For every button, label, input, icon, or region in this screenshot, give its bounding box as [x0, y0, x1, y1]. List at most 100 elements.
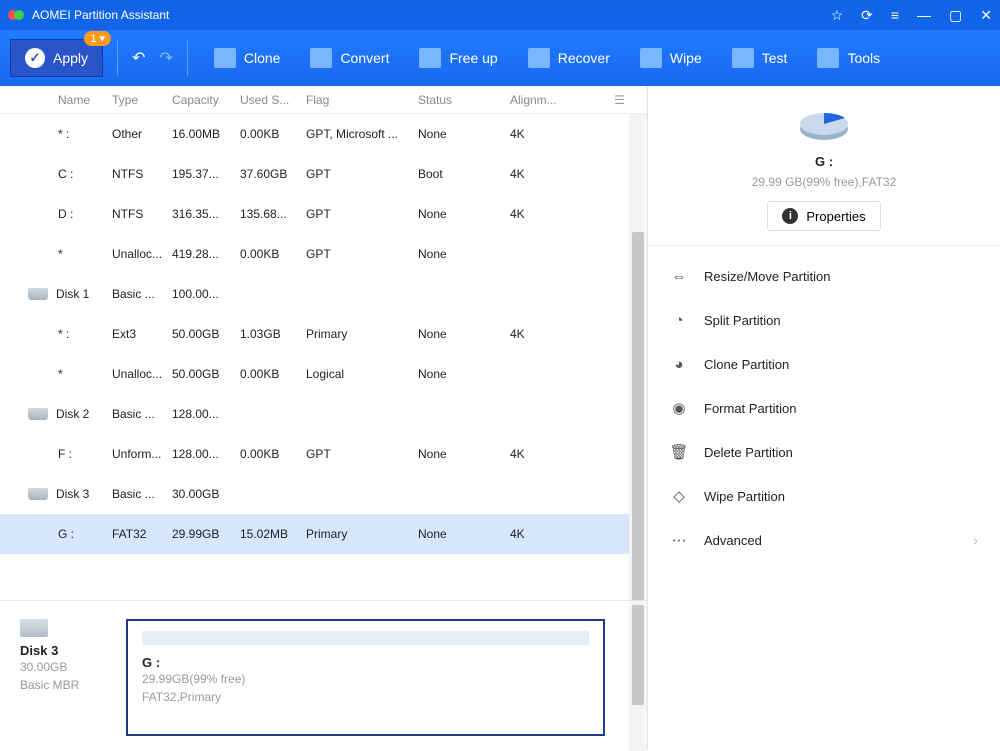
maximize-icon[interactable]: ▢	[949, 7, 962, 24]
row-name: F :	[58, 447, 72, 461]
op-split-partition[interactable]: ◔Split Partition	[648, 298, 1000, 342]
row-capacity: 50.00GB	[172, 327, 240, 341]
table-header: Name Type Capacity Used S... Flag Status…	[0, 86, 647, 114]
part-name: G :	[142, 655, 589, 670]
partition-row[interactable]: *Unalloc...50.00GB0.00KBLogicalNone	[0, 354, 647, 394]
scroll-thumb[interactable]	[632, 605, 644, 705]
wipe-button[interactable]: Wipe	[628, 42, 714, 74]
row-status: None	[418, 207, 510, 221]
pie-chart-icon	[795, 104, 853, 144]
disk-summary: Disk 3 30.00GB Basic MBR	[20, 619, 110, 736]
selected-name: G :	[815, 154, 833, 169]
disk-row[interactable]: Disk 2 Basic ...128.00...	[0, 394, 647, 434]
row-capacity: 195.37...	[172, 167, 240, 181]
col-status[interactable]: Status	[418, 93, 510, 107]
partition-row[interactable]: F :Unform...128.00...0.00KBGPTNone4K	[0, 434, 647, 474]
op-icon: ◔	[670, 311, 688, 329]
row-capacity: 29.99GB	[172, 527, 240, 541]
disk-icon	[28, 288, 48, 300]
row-status: None	[418, 127, 510, 141]
row-name: * :	[58, 327, 69, 341]
row-align: 4K	[510, 327, 572, 341]
row-status: None	[418, 367, 510, 381]
col-used[interactable]: Used S...	[240, 93, 306, 107]
op-label: Clone Partition	[704, 357, 789, 372]
col-type[interactable]: Type	[112, 93, 172, 107]
row-status: None	[418, 327, 510, 341]
row-type: NTFS	[112, 207, 172, 221]
disk-row[interactable]: Disk 3Basic ...30.00GB	[0, 474, 647, 514]
disk-icon	[20, 619, 48, 637]
properties-button[interactable]: i Properties	[767, 201, 880, 231]
convert-button[interactable]: Convert	[298, 42, 401, 74]
row-used: 1.03GB	[240, 327, 306, 341]
toolbar: ✓ Apply 1 ▾ ↶ ↷ Clone Convert Free up Re…	[0, 30, 1000, 86]
col-name[interactable]: Name	[0, 93, 112, 107]
row-type: Basic ...	[112, 407, 172, 421]
partition-row[interactable]: G :FAT3229.99GB15.02MBPrimaryNone4K	[0, 514, 647, 554]
col-align[interactable]: Alignm...	[510, 93, 572, 107]
clone-button[interactable]: Clone	[202, 42, 293, 74]
partition-row[interactable]: * :Other16.00MB0.00KBGPT, Microsoft ...N…	[0, 114, 647, 154]
separator	[187, 40, 188, 76]
row-capacity: 128.00...	[172, 407, 240, 421]
row-used: 0.00KB	[240, 447, 306, 461]
row-align: 4K	[510, 167, 572, 181]
row-flag: Primary	[306, 527, 418, 541]
partition-row[interactable]: C :NTFS195.37...37.60GBGPTBoot4K	[0, 154, 647, 194]
minimize-icon[interactable]: —	[917, 7, 931, 23]
bottom-scrollbar[interactable]	[629, 601, 647, 751]
recover-button[interactable]: Recover	[516, 42, 622, 74]
op-icon: ⋯	[670, 531, 688, 549]
undo-icon[interactable]: ↶	[132, 48, 145, 68]
apply-label: Apply	[53, 50, 88, 66]
row-flag: GPT	[306, 167, 418, 181]
row-capacity: 100.00...	[172, 287, 240, 301]
test-button[interactable]: Test	[720, 42, 800, 74]
col-capacity[interactable]: Capacity	[172, 93, 240, 107]
row-name: D :	[58, 207, 73, 221]
scroll-thumb[interactable]	[632, 232, 644, 600]
op-delete-partition[interactable]: 🗑Delete Partition	[648, 430, 1000, 474]
refresh-icon[interactable]: ⟳	[861, 7, 873, 24]
columns-menu-icon[interactable]: ☰	[614, 93, 625, 107]
op-resize-move-partition[interactable]: ⇔Resize/Move Partition	[648, 254, 1000, 298]
partition-row[interactable]: *Unalloc...419.28...0.00KBGPTNone	[0, 234, 647, 274]
tools-button[interactable]: Tools	[805, 42, 892, 74]
row-type: Unalloc...	[112, 247, 172, 261]
close-icon[interactable]: ✕	[980, 7, 992, 24]
pending-badge[interactable]: 1 ▾	[84, 31, 111, 46]
row-name: Disk 2	[56, 407, 89, 421]
row-name: Disk 3	[56, 487, 89, 501]
partition-row[interactable]: * :Ext350.00GB1.03GBPrimaryNone4K	[0, 314, 647, 354]
col-flag[interactable]: Flag	[306, 93, 418, 107]
menu-icon[interactable]: ≡	[891, 7, 899, 23]
row-type: Basic ...	[112, 487, 172, 501]
tools-icon	[817, 48, 839, 68]
row-status: None	[418, 447, 510, 461]
row-flag: Logical	[306, 367, 418, 381]
op-advanced[interactable]: ⋯Advanced›	[648, 518, 1000, 562]
op-clone-partition[interactable]: ◕Clone Partition	[648, 342, 1000, 386]
freeup-button[interactable]: Free up	[407, 42, 509, 74]
op-format-partition[interactable]: ◉Format Partition	[648, 386, 1000, 430]
vertical-scrollbar[interactable]	[629, 114, 647, 600]
row-type: Ext3	[112, 327, 172, 341]
partition-block[interactable]: G : 29.99GB(99% free) FAT32,Primary	[126, 619, 605, 736]
row-status: None	[418, 247, 510, 261]
row-align: 4K	[510, 527, 572, 541]
row-name: * :	[58, 127, 69, 141]
recover-icon	[528, 48, 550, 68]
row-name: G :	[58, 527, 74, 541]
redo-icon[interactable]: ↷	[159, 48, 172, 68]
usage-bar	[142, 631, 589, 645]
partition-row[interactable]: D :NTFS316.35...135.68...GPTNone4K	[0, 194, 647, 234]
op-label: Format Partition	[704, 401, 796, 416]
op-label: Advanced	[704, 533, 762, 548]
row-used: 37.60GB	[240, 167, 306, 181]
clone-icon	[214, 48, 236, 68]
op-wipe-partition[interactable]: ◇Wipe Partition	[648, 474, 1000, 518]
disk-row[interactable]: Disk 1Basic ...100.00...	[0, 274, 647, 314]
star-icon[interactable]: ☆	[831, 7, 844, 24]
row-flag: GPT, Microsoft ...	[306, 127, 418, 141]
